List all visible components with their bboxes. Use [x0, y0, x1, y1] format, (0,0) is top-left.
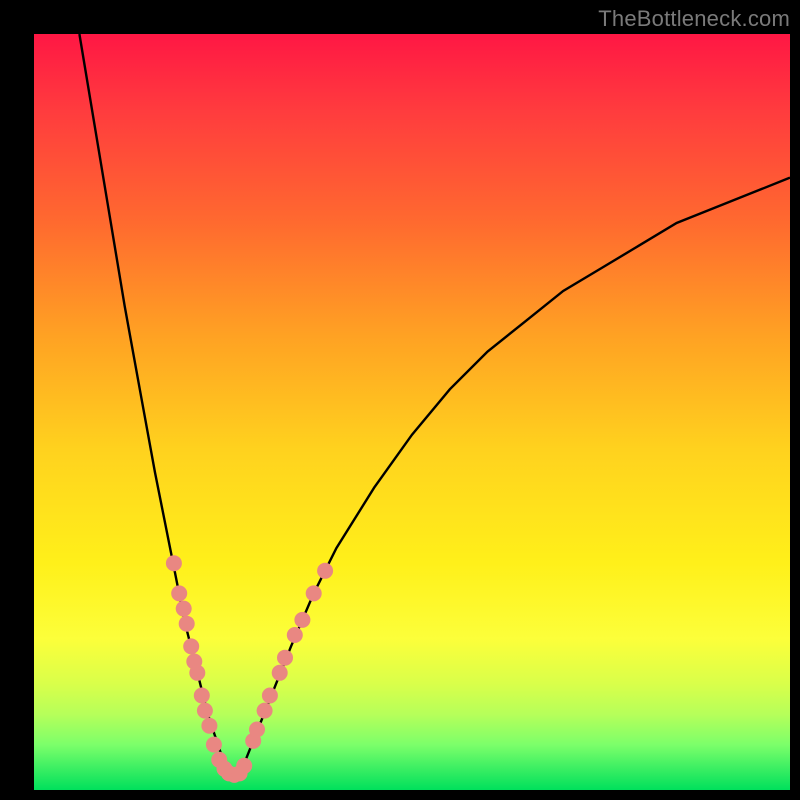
- data-marker: [201, 718, 217, 734]
- data-marker: [317, 563, 333, 579]
- data-marker: [306, 585, 322, 601]
- data-marker: [272, 665, 288, 681]
- data-marker: [194, 688, 210, 704]
- data-marker: [287, 627, 303, 643]
- data-marker: [179, 616, 195, 632]
- right-curve: [238, 178, 790, 775]
- data-marker: [197, 703, 213, 719]
- left-curve: [79, 34, 230, 775]
- data-marker: [249, 722, 265, 738]
- plot-area: [34, 34, 790, 790]
- data-marker: [294, 612, 310, 628]
- data-marker: [206, 737, 222, 753]
- data-marker: [262, 688, 278, 704]
- data-marker: [189, 665, 205, 681]
- data-marker: [166, 555, 182, 571]
- data-marker: [171, 585, 187, 601]
- curve-layer: [79, 34, 790, 775]
- chart-svg: [34, 34, 790, 790]
- watermark-text: TheBottleneck.com: [598, 6, 790, 32]
- data-marker: [236, 758, 252, 774]
- data-marker: [176, 601, 192, 617]
- data-marker: [277, 650, 293, 666]
- chart-frame: TheBottleneck.com: [0, 0, 800, 800]
- data-marker: [257, 703, 273, 719]
- data-marker: [183, 638, 199, 654]
